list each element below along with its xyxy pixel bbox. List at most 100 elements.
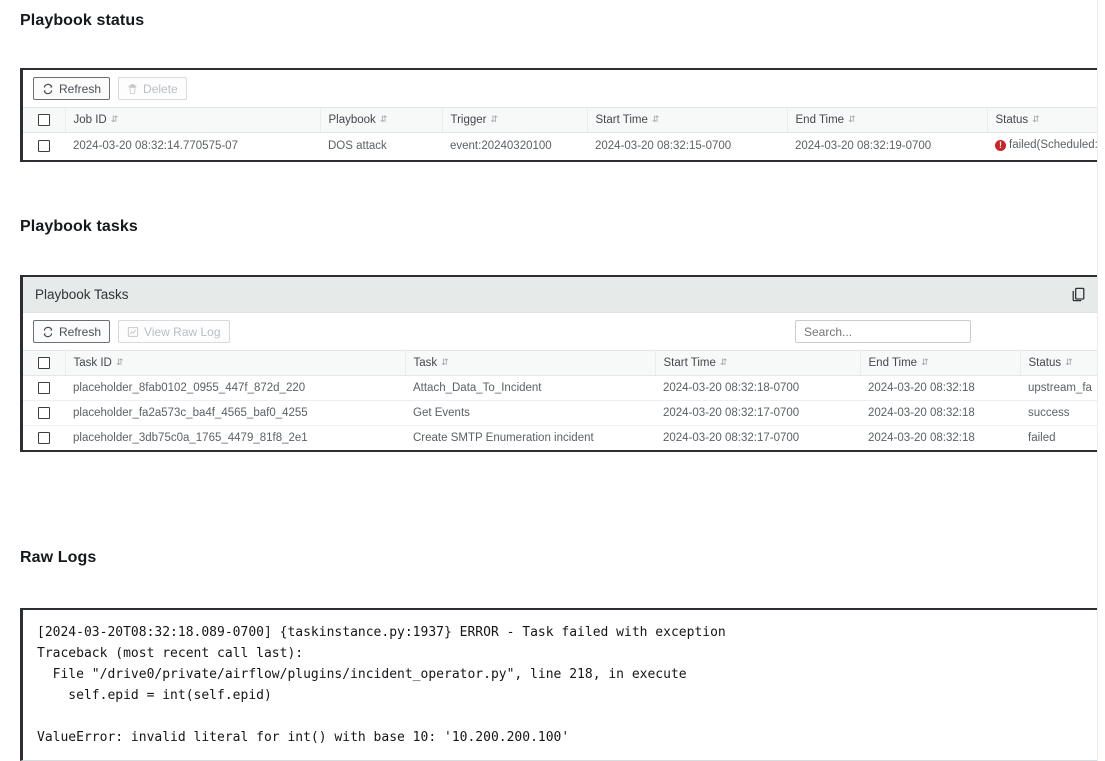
page-title-playbook-status: Playbook status <box>20 12 144 30</box>
page-root: Playbook status Refresh Delete <box>0 0 1105 761</box>
status-delete-button[interactable]: Delete <box>118 77 187 100</box>
error-circle-icon <box>995 140 1006 151</box>
view-raw-log-button[interactable]: View Raw Log <box>118 320 230 343</box>
table-row[interactable]: 2024-03-20 08:32:14.770575-07 DOS attack… <box>23 133 1097 160</box>
sort-icon: ⇵ <box>491 115 499 124</box>
row-checkbox[interactable] <box>38 382 50 394</box>
column-header-start-time[interactable]: Start Time⇵ <box>655 351 860 376</box>
column-label: Task <box>414 357 438 369</box>
column-label: Status <box>1029 357 1062 369</box>
sort-icon: ⇵ <box>380 115 388 124</box>
row-select-cell <box>23 426 65 451</box>
status-delete-label: Delete <box>143 82 178 96</box>
column-header-status[interactable]: Status⇵ <box>987 108 1097 133</box>
column-label: Job ID <box>74 114 107 126</box>
refresh-icon <box>42 326 54 338</box>
sort-icon: ⇵ <box>848 115 856 124</box>
cell-end-time: 2024-03-20 08:32:19-0700 <box>787 133 987 160</box>
trash-icon <box>127 83 138 95</box>
select-all-header <box>23 351 65 376</box>
column-header-trigger[interactable]: Trigger ⇵ <box>442 108 587 133</box>
status-badge: failed(Scheduled:0/R <box>995 139 1097 151</box>
cell-trigger: event:20240320100 <box>442 133 587 160</box>
cell-task-id: placeholder_fa2a573c_ba4f_4565_baf0_4255 <box>65 401 405 426</box>
playbook-status-table: Job ID⇵ Playbook⇵ Trigger⇵ Start Time⇵ E… <box>23 107 1097 160</box>
status-refresh-label: Refresh <box>59 82 101 96</box>
cell-task-id: placeholder_8fab0102_0955_447f_872d_220 <box>65 376 405 401</box>
sort-icon: ⇵ <box>921 358 929 367</box>
column-label: Trigger <box>451 114 487 126</box>
sort-icon: ⇵ <box>652 115 660 124</box>
tasks-refresh-button[interactable]: Refresh <box>33 320 110 343</box>
column-header-task[interactable]: Task⇵ <box>405 351 655 376</box>
cell-playbook: DOS attack <box>320 133 442 160</box>
column-header-end-time[interactable]: End Time⇵ <box>787 108 987 133</box>
sort-icon: ⇵ <box>441 358 449 367</box>
cell-start-time: 2024-03-20 08:32:17-0700 <box>655 401 860 426</box>
cell-task: Get Events <box>405 401 655 426</box>
tasks-refresh-label: Refresh <box>59 325 101 339</box>
row-checkbox[interactable] <box>38 140 50 152</box>
select-all-checkbox[interactable] <box>38 357 50 369</box>
table-row[interactable]: placeholder_3db75c0a_1765_4479_81f8_2e1 … <box>23 426 1097 451</box>
document-chart-icon <box>127 326 139 338</box>
view-raw-log-label: View Raw Log <box>144 325 221 339</box>
table-header-row: Task ID⇵ Task⇵ Start Time⇵ End Time⇵ Sta… <box>23 351 1097 376</box>
cell-end-time: 2024-03-20 08:32:18 <box>860 401 1020 426</box>
column-header-playbook[interactable]: Playbook ⇵ <box>320 108 442 133</box>
card-title: Playbook Tasks <box>35 287 129 302</box>
column-label: Status <box>996 114 1029 126</box>
row-select-cell <box>23 376 65 401</box>
copy-icon[interactable] <box>1072 287 1085 302</box>
raw-logs-panel[interactable]: [2024-03-20T08:32:18.089-0700] {taskinst… <box>20 608 1098 761</box>
raw-logs-heading: Raw Logs <box>20 549 96 567</box>
column-label: End Time <box>869 357 918 369</box>
page-edge-divider <box>1097 0 1098 761</box>
cell-status: upstream_fa <box>1020 376 1097 401</box>
playbook-tasks-toolbar: Refresh View Raw Log <box>23 313 1097 350</box>
select-all-header <box>23 108 65 133</box>
table-row[interactable]: placeholder_fa2a573c_ba4f_4565_baf0_4255… <box>23 401 1097 426</box>
playbook-tasks-table: Task ID⇵ Task⇵ Start Time⇵ End Time⇵ Sta… <box>23 350 1097 450</box>
select-all-checkbox[interactable] <box>38 114 50 126</box>
playbook-status-heading: Playbook status <box>20 12 144 30</box>
row-select-cell <box>23 133 65 160</box>
sort-icon: ⇵ <box>116 358 124 367</box>
page-title-raw-logs: Raw Logs <box>20 549 96 567</box>
status-text: failed(Scheduled:0/R <box>1009 139 1097 151</box>
cell-end-time: 2024-03-20 08:32:18 <box>860 376 1020 401</box>
playbook-status-toolbar: Refresh Delete <box>23 70 1097 107</box>
row-checkbox[interactable] <box>38 432 50 444</box>
playbook-tasks-panel: Playbook Tasks Refresh <box>20 275 1098 452</box>
sort-icon: ⇵ <box>720 358 728 367</box>
cell-start-time: 2024-03-20 08:32:18-0700 <box>655 376 860 401</box>
cell-status: failed <box>1020 426 1097 451</box>
status-refresh-button[interactable]: Refresh <box>33 77 110 100</box>
cell-start-time: 2024-03-20 08:32:17-0700 <box>655 426 860 451</box>
column-label: Playbook <box>329 114 376 126</box>
column-header-status[interactable]: Status⇵ <box>1020 351 1097 376</box>
column-header-task-id[interactable]: Task ID ⇵ <box>65 351 405 376</box>
refresh-icon <box>42 83 54 95</box>
column-header-job-id[interactable]: Job ID⇵ <box>65 108 320 133</box>
sort-icon: ⇵ <box>1065 358 1073 367</box>
page-title-playbook-tasks: Playbook tasks <box>20 218 138 236</box>
search-input[interactable] <box>795 320 971 343</box>
cell-task: Create SMTP Enumeration incident <box>405 426 655 451</box>
cell-end-time: 2024-03-20 08:32:18 <box>860 426 1020 451</box>
playbook-tasks-card-header: Playbook Tasks <box>23 277 1097 313</box>
cell-status: failed(Scheduled:0/R <box>987 133 1097 160</box>
row-select-cell <box>23 401 65 426</box>
sort-icon: ⇵ <box>1032 115 1040 124</box>
cell-job-id: 2024-03-20 08:32:14.770575-07 <box>65 133 320 160</box>
raw-logs-text: [2024-03-20T08:32:18.089-0700] {taskinst… <box>23 610 1097 748</box>
playbook-tasks-heading: Playbook tasks <box>20 218 138 236</box>
column-label: Task ID <box>74 357 112 369</box>
column-header-end-time[interactable]: End Time⇵ <box>860 351 1020 376</box>
playbook-status-panel: Refresh Delete <box>20 68 1098 162</box>
table-row[interactable]: placeholder_8fab0102_0955_447f_872d_220 … <box>23 376 1097 401</box>
column-label: End Time <box>796 114 845 126</box>
cell-start-time: 2024-03-20 08:32:15-0700 <box>587 133 787 160</box>
row-checkbox[interactable] <box>38 407 50 419</box>
column-header-start-time[interactable]: Start Time⇵ <box>587 108 787 133</box>
